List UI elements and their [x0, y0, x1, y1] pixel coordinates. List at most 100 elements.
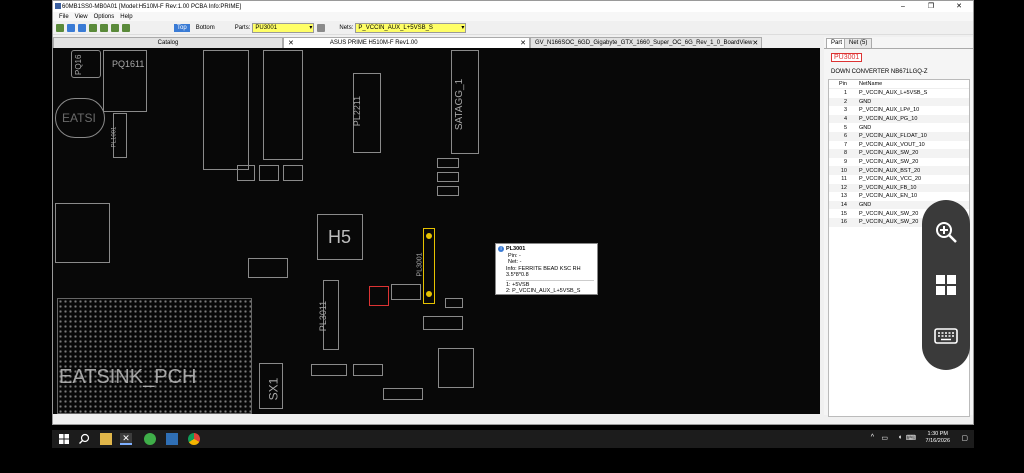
- pin-row[interactable]: 11 P_VCCIN_AUX_VCC_20: [829, 174, 969, 184]
- nets-value: P_VCCIN_AUX_L+5VSB_S: [358, 24, 433, 31]
- pin-row[interactable]: 4 P_VCCIN_AUX_PG_10: [829, 114, 969, 124]
- pcb-part-pu3001[interactable]: [369, 286, 389, 306]
- search-icon[interactable]: [78, 433, 90, 445]
- pin-row[interactable]: 9 P_VCCIN_AUX_SW_20: [829, 157, 969, 167]
- top-side-button[interactable]: Top: [174, 23, 190, 32]
- notification-icon[interactable]: ▢: [961, 434, 968, 442]
- pin-row[interactable]: 7 P_VCCIN_AUX_VOUT_10: [829, 140, 969, 150]
- parts-combobox[interactable]: PU3001 ▾: [252, 22, 315, 33]
- pin-net-name: P_VCCIN_AUX_EN_10: [859, 193, 918, 200]
- minimize-button[interactable]: –: [889, 1, 917, 12]
- menu-view[interactable]: View: [75, 14, 88, 20]
- pcb-small-part[interactable]: [237, 165, 255, 181]
- maximize-button[interactable]: ❐: [917, 1, 945, 12]
- chrome-icon[interactable]: [188, 433, 200, 445]
- tab-net[interactable]: Net (5): [844, 38, 873, 48]
- pcb-small-part[interactable]: [438, 348, 474, 388]
- pcb-vrm-block[interactable]: [203, 50, 249, 170]
- swap-icon[interactable]: [122, 23, 130, 32]
- pin-row[interactable]: 3 P_VCCIN_AUX_LP#_10: [829, 106, 969, 115]
- pcb-small-part[interactable]: [383, 388, 423, 400]
- chevron-down-icon[interactable]: ▾: [309, 24, 312, 31]
- boardview-canvas[interactable]: PQ16 PQ1611 EATSI PL1001 PL2211 SATAGG_1…: [53, 48, 820, 414]
- app-blue-icon[interactable]: [166, 433, 178, 445]
- rotate-icon[interactable]: [89, 23, 97, 32]
- pcb-part-pq16[interactable]: PQ16: [71, 50, 101, 78]
- pin-number: 10: [840, 167, 847, 174]
- heatsink-label: EATSINK_PCH: [59, 366, 197, 388]
- pin-row[interactable]: 10 P_VCCIN_AUX_BST_20: [829, 166, 969, 175]
- forward-icon[interactable]: [78, 23, 86, 32]
- pin-row[interactable]: 12 P_VCCIN_AUX_FB_10: [829, 183, 969, 193]
- pcb-small-part[interactable]: [353, 364, 383, 376]
- open-icon[interactable]: [56, 23, 64, 32]
- pcb-vrm-block-2[interactable]: [263, 50, 303, 160]
- close-icon[interactable]: ✕: [288, 39, 294, 47]
- pcb-part-pl2211[interactable]: PL2211: [352, 73, 381, 153]
- pin-row[interactable]: 6 P_VCCIN_AUX_FLOAT_10: [829, 131, 969, 141]
- toolbar: Top Bottom Parts: PU3001 ▾ Nets: P_VCCIN…: [53, 21, 973, 35]
- chevron-down-icon[interactable]: ▾: [461, 24, 464, 31]
- menu-options[interactable]: Options: [94, 14, 115, 20]
- pcb-part-h5[interactable]: H5: [317, 214, 363, 260]
- pcb-part-pl3001-selected[interactable]: PL3001: [417, 228, 435, 304]
- nets-combobox[interactable]: P_VCCIN_AUX_L+5VSB_S ▾: [355, 22, 467, 33]
- keyboard-tray-icon[interactable]: ⌨: [906, 434, 916, 442]
- info-icon: i: [498, 246, 504, 252]
- pin-row[interactable]: 1 P_VCCIN_AUX_L+5VSB_S: [829, 89, 969, 98]
- clock-time: 1:30 PM: [927, 431, 948, 437]
- pin-row[interactable]: 2 GND: [829, 97, 969, 107]
- pcb-capacitor[interactable]: EATSI: [55, 98, 105, 138]
- pcb-small-part[interactable]: [391, 284, 421, 300]
- close-icon[interactable]: ✕: [752, 39, 758, 47]
- pch-bga-array[interactable]: [57, 298, 252, 414]
- close-icon[interactable]: ✕: [520, 39, 526, 47]
- windows-icon[interactable]: [934, 273, 958, 297]
- network-icon[interactable]: ▭: [881, 434, 888, 442]
- pcb-connector[interactable]: [55, 203, 110, 263]
- pcb-sata-connector[interactable]: SATAGG_1: [451, 50, 479, 154]
- tray-chevron-icon[interactable]: ^: [871, 434, 874, 441]
- back-icon[interactable]: [67, 23, 75, 32]
- volume-icon[interactable]: ◖: [898, 434, 902, 441]
- boardviewer-icon[interactable]: ✕: [120, 433, 132, 445]
- pcb-small-part[interactable]: [437, 186, 459, 196]
- status-bar: [53, 414, 820, 424]
- pin-header: Pin: [839, 81, 847, 87]
- pcb-part-sx1[interactable]: SX1: [259, 363, 283, 409]
- zoom-icon[interactable]: [111, 23, 119, 32]
- tab-gigabyte[interactable]: GV_N166SOC_6GD_Gigabyte_GTX_1660_Super_O…: [530, 37, 762, 48]
- filter-icon[interactable]: [317, 23, 326, 32]
- pin-row[interactable]: 5 GND: [829, 123, 969, 132]
- menu-file[interactable]: File: [59, 14, 69, 20]
- pcb-part-pl1001[interactable]: PL1001: [111, 113, 127, 158]
- bottom-side-button[interactable]: Bottom: [196, 25, 215, 31]
- pcb-pad[interactable]: [426, 291, 432, 297]
- pin-row[interactable]: 8 P_VCCIN_AUX_SW_20: [829, 149, 969, 158]
- pcb-pad[interactable]: [426, 233, 432, 239]
- pcb-small-part[interactable]: [259, 165, 279, 181]
- pcb-small-part[interactable]: [445, 298, 463, 308]
- zoom-in-icon[interactable]: [934, 220, 958, 244]
- pcb-part-pq1611[interactable]: PQ1611: [103, 50, 147, 112]
- pcb-part-pl3011[interactable]: PL3011: [318, 280, 339, 350]
- menu-help[interactable]: Help: [120, 14, 132, 20]
- app-green-icon[interactable]: [144, 433, 156, 445]
- file-explorer-icon[interactable]: [100, 433, 112, 445]
- window-title: 60MB1SS0-MB0A01 [Model:H510M-F Rev:1.00 …: [62, 3, 242, 10]
- pcb-small-part[interactable]: [423, 316, 463, 330]
- app-window: 60MB1SS0-MB0A01 [Model:H510M-F Rev:1.00 …: [52, 0, 974, 425]
- pcb-small-part[interactable]: [437, 158, 459, 168]
- clock[interactable]: 1:30 PM 7/16/2026: [926, 431, 950, 445]
- tab-asus-prime[interactable]: ✕ ASUS PRIME H510M-F Rev1.00 ✕: [283, 37, 530, 48]
- pcb-small-part[interactable]: [437, 172, 459, 182]
- start-icon[interactable]: [58, 433, 70, 445]
- flip-icon[interactable]: [100, 23, 108, 32]
- tab-label: GV_N166SOC_6GD_Gigabyte_GTX_1660_Super_O…: [535, 40, 753, 46]
- close-button[interactable]: ✕: [945, 1, 973, 12]
- pcb-small-part[interactable]: [248, 258, 288, 278]
- keyboard-icon[interactable]: [934, 324, 958, 348]
- tab-catalog[interactable]: Catalog: [53, 37, 283, 48]
- pcb-small-part[interactable]: [311, 364, 347, 376]
- pcb-small-part[interactable]: [283, 165, 303, 181]
